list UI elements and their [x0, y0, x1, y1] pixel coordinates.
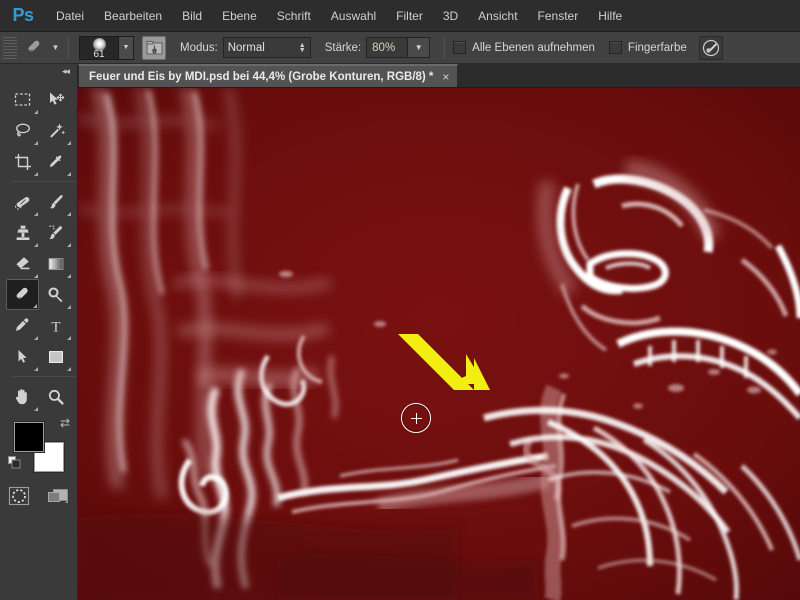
- flyout-triangle-icon: [34, 110, 38, 114]
- flyout-triangle-icon: [67, 243, 71, 247]
- tool-eraser[interactable]: [6, 248, 39, 279]
- tool-smudge[interactable]: [6, 279, 39, 310]
- flyout-triangle-icon: [67, 212, 71, 216]
- tool-history-brush[interactable]: [39, 217, 72, 248]
- menu-bearbeiten[interactable]: Bearbeiten: [94, 0, 172, 32]
- flyout-triangle-icon: [67, 141, 71, 145]
- tool-preset-chevron-down-icon[interactable]: ▼: [49, 36, 62, 60]
- tool-hand[interactable]: [6, 381, 39, 412]
- strength-value: 80%: [372, 41, 396, 54]
- tool-horizontal-type[interactable]: T: [39, 310, 72, 341]
- finger-paint-checkbox-group[interactable]: Fingerfarbe: [608, 41, 687, 54]
- options-bar-grip[interactable]: [3, 36, 17, 59]
- menu-bild[interactable]: Bild: [172, 0, 212, 32]
- flyout-triangle-icon: [34, 336, 38, 340]
- tool-move[interactable]: [39, 84, 72, 115]
- image-canvas[interactable]: [78, 88, 800, 600]
- tool-pen[interactable]: [6, 310, 39, 341]
- tool-options-bar: ▼ 61 ▼ Modus: Normal ▲ ▼ Stärke: 80% ▼ A…: [0, 32, 800, 64]
- tool-rectangle-shape[interactable]: [39, 341, 72, 372]
- flyout-triangle-icon: [34, 243, 38, 247]
- brush-preset-picker[interactable]: 61: [79, 35, 119, 60]
- sample-all-layers-checkbox-group[interactable]: Alle Ebenen aufnehmen: [453, 41, 595, 54]
- menu-ansicht[interactable]: Ansicht: [468, 0, 527, 32]
- menu-fenster[interactable]: Fenster: [528, 0, 589, 32]
- tool-spot-healing-brush[interactable]: [6, 186, 39, 217]
- tools-divider-2: [12, 376, 76, 377]
- tool-path-selection[interactable]: [6, 341, 39, 372]
- strength-input[interactable]: 80%: [366, 37, 409, 58]
- flyout-triangle-icon: [34, 407, 38, 411]
- tool-gradient[interactable]: [39, 248, 72, 279]
- tablet-pressure-size-button[interactable]: [698, 35, 723, 60]
- menu-hilfe[interactable]: Hilfe: [588, 0, 632, 32]
- brush-size-value: 61: [93, 48, 105, 60]
- menu-auswahl[interactable]: Auswahl: [321, 0, 386, 32]
- flyout-triangle-icon: [34, 274, 38, 278]
- finger-paint-label: Fingerfarbe: [627, 41, 687, 54]
- tool-lasso[interactable]: [6, 115, 39, 146]
- swap-colors-icon[interactable]: ⇄: [60, 416, 70, 430]
- toggle-brush-panel-button[interactable]: [142, 35, 166, 60]
- sample-all-layers-label: Alle Ebenen aufnehmen: [472, 41, 595, 54]
- document-tab-title: Feuer und Eis by MDI.psd bei 44,4% (Grob…: [89, 70, 434, 83]
- options-separator-1: [68, 36, 69, 59]
- menu-datei[interactable]: Datei: [46, 0, 94, 32]
- options-separator-2: [444, 36, 446, 59]
- flyout-triangle-icon: [67, 336, 71, 340]
- smudge-tool-icon[interactable]: [21, 35, 49, 61]
- strength-chevron-down-icon[interactable]: ▼: [408, 37, 431, 58]
- blend-mode-select[interactable]: Normal ▲ ▼: [222, 37, 311, 58]
- tool-magic-wand[interactable]: [39, 115, 72, 146]
- tool-dodge[interactable]: [39, 279, 72, 310]
- flyout-triangle-icon: [34, 212, 38, 216]
- document-tab-bar: Feuer und Eis by MDI.psd bei 44,4% (Grob…: [78, 64, 800, 88]
- tool-clone-stamp[interactable]: [6, 217, 39, 248]
- quick-mask-mode-button[interactable]: [8, 486, 30, 509]
- photoshop-window: Ps Datei Bearbeiten Bild Ebene Schrift A…: [0, 0, 800, 600]
- flyout-triangle-icon: [67, 172, 71, 176]
- blend-mode-spinner-icon: ▲ ▼: [298, 41, 306, 54]
- tool-zoom[interactable]: [39, 381, 72, 412]
- brush-preset-chevron-down-icon[interactable]: ▼: [119, 35, 134, 60]
- menu-ebene[interactable]: Ebene: [212, 0, 267, 32]
- artwork-fire-and-ice: [78, 88, 800, 600]
- tools-panel: ◂◂ T ⇄: [0, 64, 78, 600]
- flyout-triangle-icon: [34, 367, 38, 371]
- tool-crop[interactable]: [6, 146, 39, 177]
- menu-3d[interactable]: 3D: [433, 0, 468, 32]
- flyout-triangle-icon: [34, 141, 38, 145]
- flyout-triangle-icon: [34, 172, 38, 176]
- flyout-triangle-icon: [67, 274, 71, 278]
- collapse-tools-panel-button[interactable]: ◂◂: [0, 64, 77, 79]
- menu-schrift[interactable]: Schrift: [267, 0, 321, 32]
- document-tab[interactable]: Feuer und Eis by MDI.psd bei 44,4% (Grob…: [78, 64, 459, 87]
- tools-divider-1: [12, 181, 76, 182]
- blend-mode-value: Normal: [227, 41, 265, 54]
- photoshop-logo: Ps: [12, 5, 34, 25]
- tool-rectangular-marquee[interactable]: [6, 84, 39, 115]
- screen-mode-button[interactable]: [46, 486, 70, 509]
- strength-label: Stärke:: [324, 41, 362, 54]
- reset-colors-icon[interactable]: [8, 456, 21, 472]
- color-swatches: ⇄: [0, 416, 78, 478]
- sample-all-layers-checkbox[interactable]: [453, 41, 467, 54]
- menu-bar: Ps Datei Bearbeiten Bild Ebene Schrift A…: [0, 0, 800, 32]
- menu-filter[interactable]: Filter: [386, 0, 433, 32]
- tool-eyedropper[interactable]: [39, 146, 72, 177]
- flyout-triangle-icon: [67, 305, 71, 309]
- flyout-triangle-icon: [67, 367, 71, 371]
- flyout-triangle-icon: [33, 304, 37, 308]
- mode-label: Modus:: [180, 41, 218, 54]
- mode-buttons: [0, 486, 78, 509]
- close-icon[interactable]: ×: [442, 71, 449, 83]
- finger-paint-checkbox[interactable]: [608, 41, 622, 54]
- tools-grid: T: [0, 79, 78, 412]
- tool-brush[interactable]: [39, 186, 72, 217]
- foreground-color-swatch[interactable]: [14, 422, 44, 452]
- svg-text:T: T: [51, 319, 60, 335]
